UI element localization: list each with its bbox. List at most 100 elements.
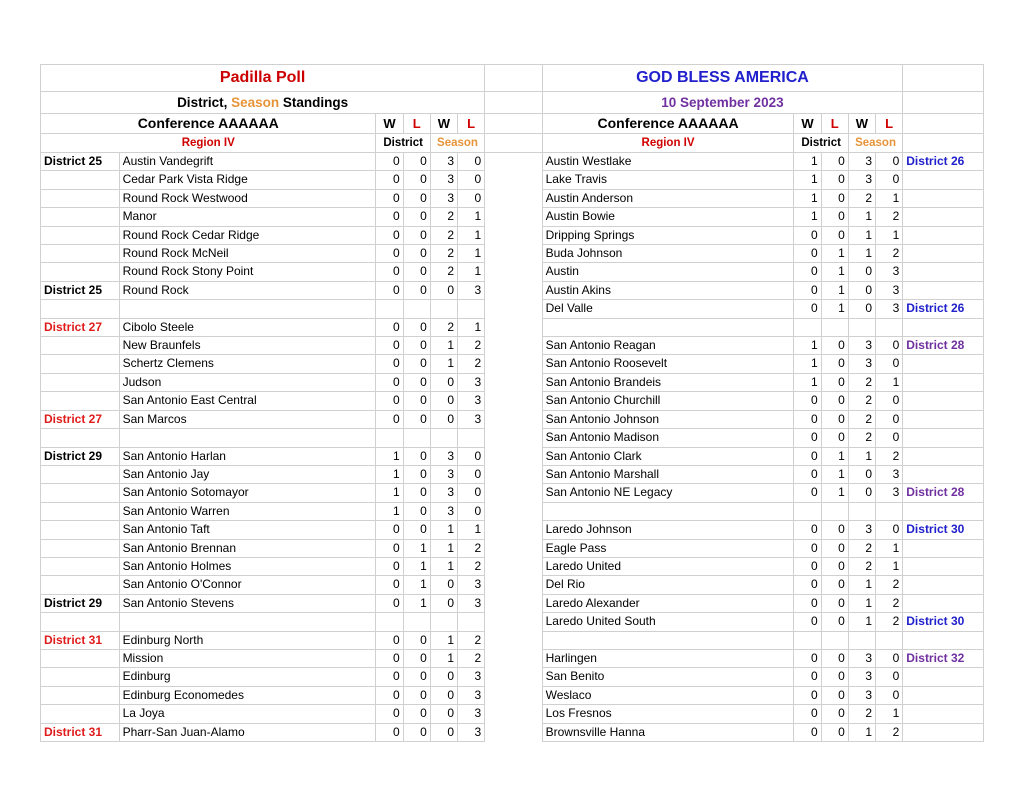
- season-l-right: 3: [875, 262, 904, 282]
- district-w-right: 0: [793, 391, 822, 411]
- season-w-right: 3: [847, 520, 877, 540]
- team-name-left: San Antonio Harlan: [118, 446, 377, 466]
- district-l-right: 1: [820, 299, 849, 319]
- table-row: Mission 0 0 1 2 Harlingen 0 0 3 0 District 32: [40, 648, 984, 669]
- district-l-right: 0: [820, 354, 849, 374]
- season-w-left: 0: [429, 575, 459, 595]
- season-l-right: 2: [875, 612, 904, 632]
- district-w-left: 0: [375, 630, 404, 650]
- district-l-right: 0: [820, 428, 849, 448]
- team-name-left: Judson: [118, 372, 377, 393]
- season-l-right: [875, 317, 904, 338]
- season-w-right: 1: [847, 593, 877, 614]
- team-name-left: Round Rock: [118, 280, 377, 301]
- team-name-left: Cibolo Steele: [118, 317, 377, 338]
- season-w-right: 0: [847, 262, 877, 282]
- team-name-right: [541, 317, 795, 338]
- district-label-right: [902, 538, 984, 558]
- district-l-left: 0: [402, 704, 431, 724]
- district-w-right: 0: [793, 667, 822, 687]
- spacer-cell: [484, 64, 543, 92]
- season-l-right: 2: [875, 446, 904, 466]
- district-w-left: 0: [375, 704, 404, 724]
- season-w-right: 1: [847, 575, 877, 595]
- season-w-right: [847, 501, 877, 522]
- district-label-right: District 26: [902, 299, 984, 319]
- district-l-right: [820, 630, 849, 650]
- season-w-left: 0: [429, 409, 459, 430]
- team-name-right: Eagle Pass: [541, 538, 795, 558]
- spacer-cell: [485, 502, 542, 520]
- district-label-right: [902, 704, 984, 724]
- season-l-right: [875, 501, 904, 522]
- table-row: District 29 San Antonio Harlan 1 0 3 0 San Ant…: [40, 446, 984, 466]
- spacer-cell: [485, 189, 542, 207]
- season-w-left: 0: [429, 372, 459, 393]
- district-w-right: 0: [793, 538, 822, 558]
- season-l-right: 1: [875, 225, 904, 246]
- season-w-left: 0: [429, 704, 459, 724]
- district-l-left: [402, 299, 431, 319]
- team-name-right: Laredo United: [541, 556, 795, 577]
- season-l-right: 1: [875, 538, 904, 558]
- season-l-right: 0: [875, 428, 904, 448]
- group-district-right: District: [793, 133, 849, 153]
- season-l-left: 3: [456, 667, 486, 687]
- district-l-left: 0: [402, 262, 431, 282]
- district-label-right: [902, 630, 984, 650]
- spacer-cell: [485, 337, 542, 355]
- team-name-left: San Antonio Sotomayor: [118, 483, 377, 503]
- season-w-left: 2: [429, 225, 459, 246]
- district-label-left: [40, 299, 120, 319]
- season-w-right: 3: [847, 685, 877, 706]
- district-w-left: [375, 428, 404, 448]
- district-label-left: [40, 483, 120, 503]
- district-l-right: 0: [820, 575, 849, 595]
- team-name-right: Austin Anderson: [541, 188, 795, 209]
- district-l-left: 0: [402, 244, 431, 264]
- district-l-left: 0: [402, 391, 431, 411]
- district-w-right: 1: [793, 188, 822, 209]
- district-w-left: 0: [375, 575, 404, 595]
- right-edge-cell: [902, 91, 984, 114]
- district-w-right: 0: [793, 575, 822, 595]
- spacer-cell: [485, 613, 542, 631]
- region-row: Region IV District Season Region IV Dist…: [39, 133, 984, 153]
- spacer-cell: [485, 557, 542, 575]
- table-row: San Antonio Sotomayor 1 0 3 0 San Antonio NE …: [40, 483, 984, 503]
- district-l-left: 0: [402, 225, 431, 246]
- table-row: Edinburg 0 0 0 3 San Benito 0 0 3 0: [40, 667, 984, 687]
- district-w-right: 1: [793, 170, 822, 190]
- group-season-left: Season: [429, 133, 486, 153]
- team-name-left: Edinburg Economedes: [118, 685, 377, 706]
- district-label-left: [40, 372, 120, 393]
- team-name-left: San Antonio East Central: [118, 391, 377, 411]
- district-w-left: 0: [375, 538, 404, 558]
- subtitle-pre: District,: [177, 95, 232, 110]
- district-w-right: 1: [793, 207, 822, 227]
- district-label-left: District 31: [40, 722, 120, 743]
- season-w-right: 3: [847, 354, 877, 374]
- team-name-right: Brownsville Hanna: [541, 722, 795, 743]
- district-w-right: 0: [793, 612, 822, 632]
- table-row: San Antonio Taft 0 0 1 1 Laredo Johnson 0 0 3 0 Di…: [40, 520, 984, 540]
- district-w-left: 0: [375, 225, 404, 246]
- table-row: Laredo United South 0 0 1 2 District 30: [40, 612, 984, 632]
- season-w-left: 0: [429, 593, 459, 614]
- team-name-right: Dripping Springs: [541, 225, 795, 246]
- district-w-left: 1: [375, 446, 404, 466]
- district-w-left: 1: [375, 501, 404, 522]
- district-label-left: [40, 685, 120, 706]
- team-name-right: Weslaco: [541, 685, 795, 706]
- district-label-right: District 32: [902, 648, 984, 669]
- team-name-left: [118, 428, 377, 448]
- district-label-left: [40, 648, 120, 669]
- season-w-left: 1: [429, 336, 459, 356]
- district-w-left: 0: [375, 593, 404, 614]
- district-l-left: [402, 428, 431, 448]
- season-l-right: 2: [875, 575, 904, 595]
- season-l-left: 2: [456, 336, 486, 356]
- district-l-right: 1: [820, 483, 849, 503]
- title-row: Padilla Poll GOD BLESS AMERICA: [39, 64, 984, 92]
- district-w-left: 0: [375, 648, 404, 669]
